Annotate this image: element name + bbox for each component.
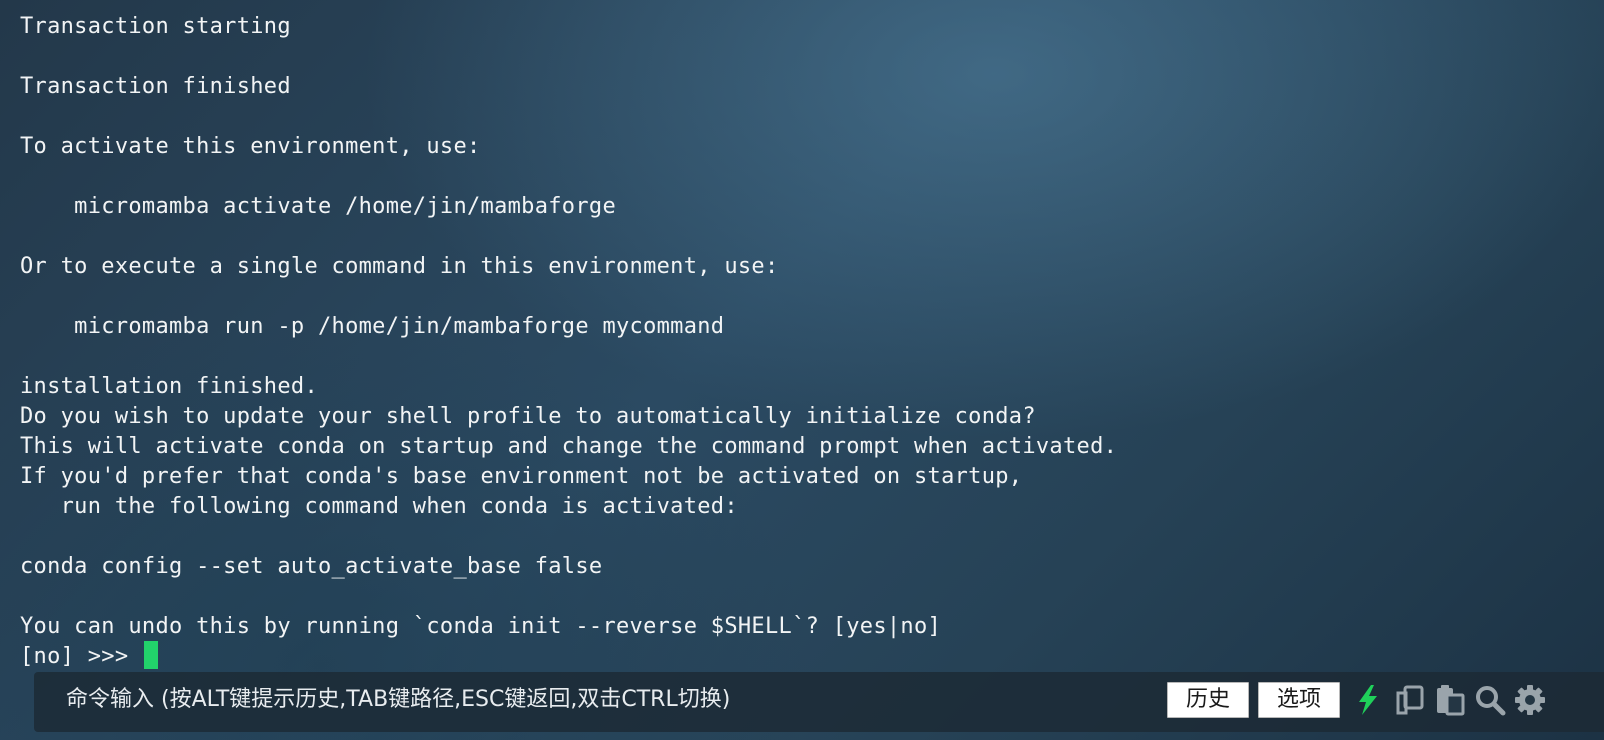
command-input-bar[interactable]: 命令输入 (按ALT键提示历史,TAB键路径,ESC键返回,双击CTRL切换) … [34,672,1604,732]
terminal-line: Transaction starting [20,14,291,39]
terminal-line: installation finished. [20,374,318,399]
terminal-line: Do you wish to update your shell profile… [20,404,1036,429]
gear-icon[interactable] [1514,684,1546,716]
terminal-line: conda config --set auto_activate_base fa… [20,554,603,579]
options-button[interactable]: 选项 [1258,682,1340,718]
terminal-line: micromamba activate /home/jin/mambaforge [20,194,616,219]
terminal-line: micromamba run -p /home/jin/mambaforge m… [20,314,725,339]
terminal-line: run the following command when conda is … [20,494,738,519]
copy-icon[interactable] [1394,684,1426,716]
terminal-line: Or to execute a single command in this e… [20,254,779,279]
terminal-line: Transaction finished [20,74,291,99]
history-button[interactable]: 历史 [1167,682,1249,718]
terminal-line: To activate this environment, use: [20,134,481,159]
lightning-icon[interactable] [1352,684,1384,716]
terminal-output[interactable]: Transaction starting Transaction finishe… [20,12,1580,672]
shell-prompt: [no] >>> [20,644,142,669]
search-icon[interactable] [1474,684,1506,716]
clipboard-icon[interactable] [1434,684,1466,716]
command-input-hint[interactable]: 命令输入 (按ALT键提示历史,TAB键路径,ESC键返回,双击CTRL切换) [66,672,730,728]
terminal-cursor [143,641,158,669]
terminal-line: If you'd prefer that conda's base enviro… [20,464,1023,489]
prompt-line[interactable]: [no] >>> [20,641,1580,672]
terminal-line: You can undo this by running `conda init… [20,614,942,639]
terminal-line: This will activate conda on startup and … [20,434,1118,459]
